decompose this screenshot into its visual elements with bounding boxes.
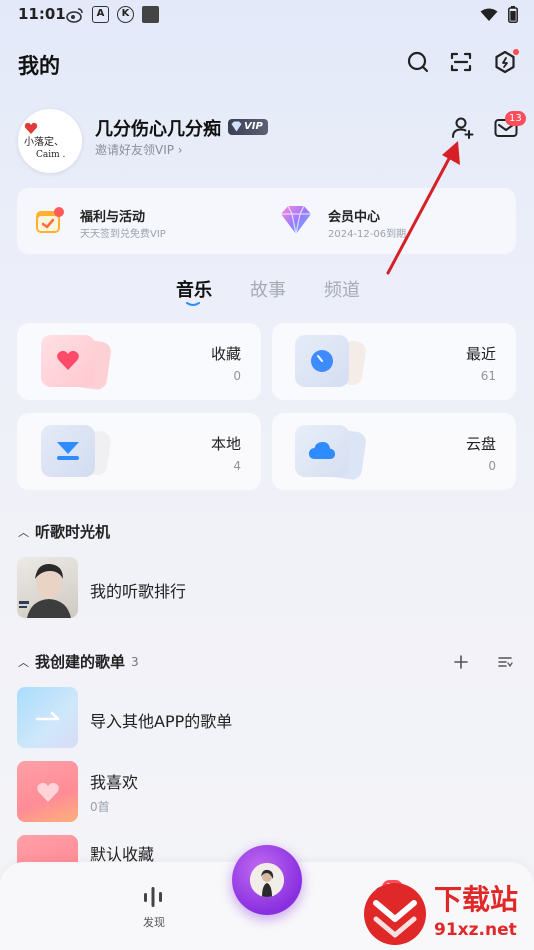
heart-icon — [37, 782, 59, 802]
album-cover-image — [250, 863, 284, 897]
chevron-up-icon: ︿ — [18, 525, 29, 539]
library-name: 云盘 — [465, 435, 496, 453]
library-count: 61 — [480, 369, 496, 383]
annotation-arrow — [386, 141, 460, 275]
username[interactable]: 几分伤心几分痴 — [95, 115, 221, 141]
library-count: 4 — [233, 459, 241, 473]
library-recent[interactable]: 最近 61 — [272, 323, 516, 400]
playlist-row[interactable]: 导入其他APP的歌单 — [0, 687, 534, 749]
avatar[interactable]: 小落定、 Caim . — [18, 109, 82, 173]
scan-button[interactable] — [448, 49, 474, 75]
library-count: 0 — [233, 369, 241, 383]
nav-label: 发现 — [143, 916, 165, 929]
plus-icon — [454, 655, 468, 669]
benefit-title: 福利与活动 — [80, 210, 146, 225]
download-icon — [57, 442, 79, 460]
time-machine-header[interactable]: ︿ 听歌时光机 — [18, 521, 110, 542]
benefit-subtitle: 天天签到兑免费VIP — [80, 229, 166, 240]
section-title: 我创建的歌单 — [35, 653, 126, 671]
library-name: 最近 — [465, 345, 496, 363]
benefit-title: 会员中心 — [328, 210, 381, 225]
status-time: 11:01 — [18, 5, 66, 23]
watermark-text: 下载站 — [434, 883, 519, 916]
avatar-caption: 小落定、 — [24, 137, 64, 148]
listening-rank-thumb — [17, 557, 78, 618]
recent-tile — [295, 335, 349, 387]
cloud-tile — [295, 425, 349, 477]
mail-badge: 13 — [505, 111, 526, 126]
vip-label: VIP — [244, 121, 263, 132]
section-title: 听歌时光机 — [35, 523, 111, 541]
liked-playlist-thumb — [17, 761, 78, 822]
status-system-icons — [480, 6, 518, 23]
import-arrow-icon — [35, 711, 60, 721]
listening-rank-row[interactable]: 我的听歌排行 — [0, 556, 534, 620]
watermark-logo — [364, 883, 426, 945]
playlist-count: 3 — [131, 654, 139, 669]
status-notification-icons: A K — [66, 6, 159, 23]
create-playlist-button[interactable] — [450, 651, 472, 673]
tab-active-indicator — [186, 302, 200, 306]
local-tile — [41, 425, 95, 477]
playlist-row[interactable]: 我喜欢 0首 — [0, 761, 534, 823]
battery-icon — [508, 6, 518, 23]
tab-stories[interactable]: 故事 — [250, 276, 286, 302]
search-icon — [407, 51, 429, 73]
settings-button[interactable] — [492, 49, 519, 75]
scan-icon — [450, 52, 472, 72]
row-title: 导入其他APP的歌单 — [90, 712, 233, 731]
library-local[interactable]: 本地 4 — [17, 413, 261, 490]
invite-friends-link[interactable]: 邀请好友领VIP › — [95, 141, 183, 158]
page-title: 我的 — [18, 54, 60, 78]
k-circle-icon: K — [117, 6, 134, 23]
watermark-url: 91xz.net — [434, 920, 517, 940]
nav-discover[interactable]: 发现 — [130, 886, 176, 932]
my-playlists-header[interactable]: ︿ 我创建的歌单 3 — [18, 651, 139, 672]
row-title: 我喜欢 — [90, 773, 139, 792]
tab-music[interactable]: 音乐 — [176, 276, 212, 302]
heart-icon — [57, 350, 79, 370]
row-subtitle: 0首 — [90, 800, 110, 814]
album-disc — [250, 863, 284, 897]
library-favorites[interactable]: 收藏 0 — [17, 323, 261, 400]
a-box-icon: A — [92, 6, 109, 23]
notification-dot — [513, 49, 519, 55]
library-name: 收藏 — [210, 345, 241, 363]
manage-playlists-button[interactable] — [494, 651, 516, 673]
avatar-caption-2: Caim . — [36, 150, 66, 160]
square-icon — [142, 6, 159, 23]
calendar-gift-icon — [36, 207, 64, 233]
wifi-icon — [480, 8, 498, 21]
diamond-icon — [281, 205, 311, 235]
cloud-icon — [309, 442, 335, 459]
row-title: 我的听歌排行 — [90, 582, 187, 601]
clock-icon — [311, 350, 333, 372]
default-playlist-thumb — [17, 835, 78, 865]
vip-badge[interactable]: VIP — [228, 119, 268, 135]
library-count: 0 — [488, 459, 496, 473]
import-playlist-thumb — [17, 687, 78, 748]
mini-player-button[interactable] — [232, 845, 302, 915]
chevron-up-icon: ︿ — [18, 655, 29, 669]
tab-channels[interactable]: 频道 — [324, 276, 360, 302]
library-cloud[interactable]: 云盘 0 — [272, 413, 516, 490]
list-manage-icon — [498, 657, 513, 668]
library-name: 本地 — [210, 435, 241, 453]
equalizer-icon — [144, 887, 162, 907]
watermark: 下载站 91xz.net — [362, 875, 534, 950]
benefit-activities[interactable]: 福利与活动 天天签到兑免费VIP — [17, 188, 267, 254]
favorites-tile — [41, 335, 95, 387]
search-button[interactable] — [405, 49, 431, 75]
vip-diamond-icon — [231, 121, 242, 132]
status-bar: 11:01 A K — [0, 0, 534, 30]
portrait-image — [19, 563, 71, 618]
weibo-icon — [66, 7, 83, 23]
